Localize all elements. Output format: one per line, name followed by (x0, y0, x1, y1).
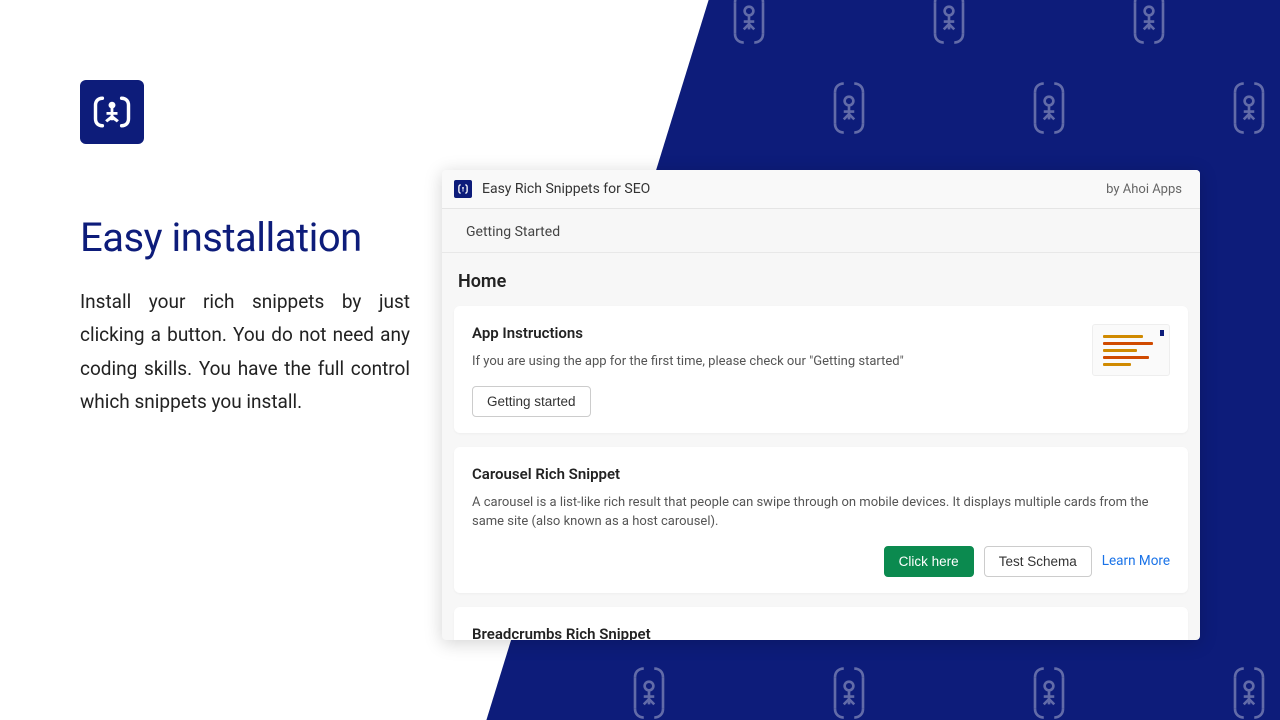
card-title: App Instructions (472, 324, 1078, 342)
tab-getting-started[interactable]: Getting Started (466, 224, 560, 240)
titlebar: Easy Rich Snippets for SEO by Ahoi Apps (442, 170, 1200, 209)
titlebar-app-icon (454, 180, 472, 198)
marketing-copy: Easy installation Install your rich snip… (80, 80, 410, 418)
tabbar: Getting Started (442, 209, 1200, 253)
headline-description: Install your rich snippets by just click… (80, 285, 410, 418)
card-app-instructions: App Instructions If you are using the ap… (454, 306, 1188, 433)
click-here-button[interactable]: Click here (884, 546, 974, 577)
card-carousel-snippet: Carousel Rich Snippet A carousel is a li… (454, 447, 1188, 593)
card-description: If you are using the app for the first t… (472, 352, 1078, 372)
app-author: by Ahoi Apps (1106, 182, 1182, 197)
card-title: Breadcrumbs Rich Snippet (472, 625, 1170, 641)
app-title: Easy Rich Snippets for SEO (482, 181, 650, 197)
instructions-thumbnail (1092, 324, 1170, 376)
card-description: A carousel is a list-like rich result th… (472, 493, 1170, 532)
headline: Easy installation (80, 214, 410, 261)
learn-more-link[interactable]: Learn More (1102, 553, 1170, 569)
app-window: Easy Rich Snippets for SEO by Ahoi Apps … (442, 170, 1200, 640)
app-logo-icon (80, 80, 144, 144)
page-title: Home (458, 271, 1184, 292)
test-schema-button[interactable]: Test Schema (984, 546, 1092, 577)
card-title: Carousel Rich Snippet (472, 465, 1170, 483)
card-breadcrumbs-snippet: Breadcrumbs Rich Snippet (454, 607, 1188, 641)
getting-started-button[interactable]: Getting started (472, 386, 591, 417)
